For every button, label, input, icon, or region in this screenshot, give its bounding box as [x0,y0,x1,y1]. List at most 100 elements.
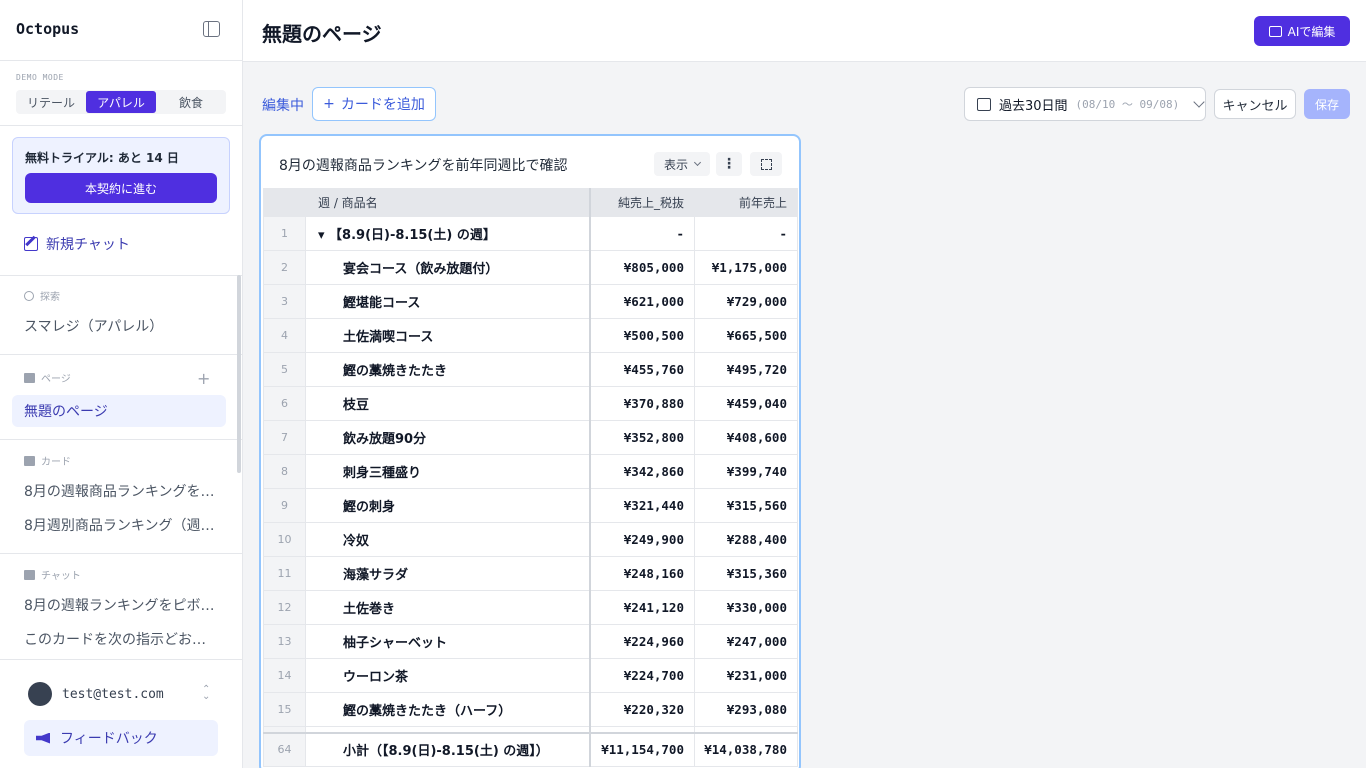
demo-mode-label: DEMO MODE [16,73,64,82]
table-row[interactable]: 12 土佐巻き ¥241,120 ¥330,000 [263,590,798,625]
editing-status: 編集中 [262,98,304,114]
prev-sales-cell: ¥408,600 [694,420,798,455]
sales-cell: ¥224,700 [589,658,695,693]
sidebar-toggle-icon[interactable] [203,21,220,37]
sidebar-scrollbar[interactable] [237,275,241,473]
column-header-name[interactable]: 週 / 商品名 [305,188,591,217]
chat-icon [24,569,35,580]
product-name-cell: 刺身三種盛り [305,454,591,489]
table-row[interactable]: 4 土佐満喫コース ¥500,500 ¥665,500 [263,318,798,353]
row-number: 11 [263,556,306,591]
add-card-button[interactable]: + カードを追加 [312,87,436,121]
explore-label: 探索 [40,292,60,303]
user-email: test@test.com [62,686,164,702]
more-options-icon[interactable]: ⋮ [716,152,742,176]
subtotal-prev-sales: ¥14,038,780 [694,731,798,767]
column-header-prev-sales[interactable]: 前年売上 [694,188,798,217]
subtotal-name: 小計（【8.9(日)-8.15(土) の週】） [305,731,591,767]
sales-cell: ¥370,880 [589,386,695,421]
upgrade-button[interactable]: 本契約に進む [25,173,217,203]
date-range-sub: (08/10 〜 09/08) [1075,98,1180,111]
table-row[interactable]: 14 ウーロン茶 ¥224,700 ¥231,000 [263,658,798,693]
date-range-select[interactable]: 過去30日間 (08/10 〜 09/08) [964,87,1206,121]
product-name-cell: 鰹の藁焼きたたき [305,352,591,387]
product-name-cell: ウーロン茶 [305,658,591,693]
pages-label: ページ [41,374,71,385]
sidebar-item-chat[interactable]: このカードを次の指示どおりに修正 [24,629,216,649]
sidebar-item-page[interactable]: 無題のページ [12,395,226,427]
prev-sales-cell: ¥315,560 [694,488,798,523]
table-row[interactable]: 10 冷奴 ¥249,900 ¥288,400 [263,522,798,557]
new-chat-button[interactable]: 新規チャット [24,234,130,254]
prev-sales-cell: ¥665,500 [694,318,798,353]
row-number: 5 [263,352,306,387]
table-group-row[interactable]: 1 ▾ 【8.9(日)-8.15(土) の週】 - - [263,216,798,251]
sidebar: Octopus DEMO MODE リテール アパレル 飲食 無料トライアル: … [0,0,243,768]
table-row[interactable]: 5 鰹の藁焼きたたき ¥455,760 ¥495,720 [263,352,798,387]
sales-cell: ¥500,500 [589,318,695,353]
product-name-cell: 鰹の刺身 [305,488,591,523]
table-row[interactable]: 15 鰹の藁焼きたたき（ハーフ） ¥220,320 ¥293,080 [263,692,798,727]
row-number: 9 [263,488,306,523]
table-header-row: 週 / 商品名 純売上_税抜 前年売上 [263,188,798,217]
mode-apparel-button[interactable]: アパレル [86,91,156,113]
row-number: 14 [263,658,306,693]
megaphone-icon [36,732,50,744]
table-row[interactable]: 7 飲み放題90分 ¥352,800 ¥408,600 [263,420,798,455]
cards-label: カード [41,457,71,468]
sales-cell: ¥248,160 [589,556,695,591]
sidebar-item-chat[interactable]: 8月の週報ランキングをピボット [24,595,216,615]
subtotal-sales: ¥11,154,700 [589,731,695,767]
table-row[interactable]: 6 枝豆 ¥370,880 ¥459,040 [263,386,798,421]
mode-food-button[interactable]: 飲食 [156,90,226,114]
product-name-cell: 鰹の藁焼きたたき（ハーフ） [305,692,591,727]
sales-cell: ¥241,120 [589,590,695,625]
ai-edit-button[interactable]: AIで編集 [1254,16,1350,46]
product-name-cell: 宴会コース（飲み放題付） [305,250,591,285]
product-name-cell: 冷奴 [305,522,591,557]
group-name[interactable]: ▾ 【8.9(日)-8.15(土) の週】 [305,216,591,251]
chats-label: チャット [41,571,81,582]
table-row[interactable]: 2 宴会コース（飲み放題付） ¥805,000 ¥1,175,000 [263,250,798,285]
date-range-label: 過去30日間 [999,98,1068,114]
chevron-down-icon [1193,96,1205,108]
table-row[interactable]: 11 海藻サラダ ¥248,160 ¥315,360 [263,556,798,591]
expand-button[interactable] [750,152,782,176]
sidebar-item-explore[interactable]: スマレジ（アパレル） [24,316,216,336]
new-chat-label: 新規チャット [46,237,130,253]
divider [0,354,242,355]
mode-switcher: リテール アパレル 飲食 [16,90,226,114]
ranking-card: 8月の週報商品ランキングを前年同週比で確認 表示 ⋮ 週 / 商品名 純売上_税… [259,134,801,768]
plus-icon: + [323,96,335,112]
cancel-button[interactable]: キャンセル [1214,89,1296,119]
table-row[interactable]: 13 柚子シャーベット ¥224,960 ¥247,000 [263,624,798,659]
product-name-cell: 飲み放題90分 [305,420,591,455]
sidebar-item-card[interactable]: 8月の週報商品ランキングを前年同週比で確認 [24,481,216,501]
add-page-icon[interactable]: + [197,369,210,388]
expand-icon [760,158,772,170]
view-button[interactable]: 表示 [654,152,710,176]
divider [0,275,242,276]
sidebar-item-card[interactable]: 8月週別商品ランキング（週x商品） [24,515,216,535]
prev-sales-cell: ¥330,000 [694,590,798,625]
chevron-updown-icon[interactable]: ⌃ ⌄ [202,685,210,702]
table-row[interactable]: 3 鰹堪能コース ¥621,000 ¥729,000 [263,284,798,319]
mode-retail-button[interactable]: リテール [16,90,86,114]
search-icon [24,290,34,301]
save-button[interactable]: 保存 [1304,89,1350,119]
row-number: 8 [263,454,306,489]
table-row[interactable]: 9 鰹の刺身 ¥321,440 ¥315,560 [263,488,798,523]
prev-sales-cell: - [694,216,798,251]
divider [0,659,242,660]
sales-cell: ¥805,000 [589,250,695,285]
column-header-sales[interactable]: 純売上_税抜 [589,188,695,217]
prev-sales-cell: ¥459,040 [694,386,798,421]
product-name-cell: 枝豆 [305,386,591,421]
row-number: 64 [263,731,306,767]
sales-cell: - [589,216,695,251]
account-menu[interactable]: test@test.com [28,682,164,706]
prev-sales-cell: ¥315,360 [694,556,798,591]
sales-cell: ¥352,800 [589,420,695,455]
table-row[interactable]: 8 刺身三種盛り ¥342,860 ¥399,740 [263,454,798,489]
feedback-button[interactable]: フィードバック [24,720,218,756]
